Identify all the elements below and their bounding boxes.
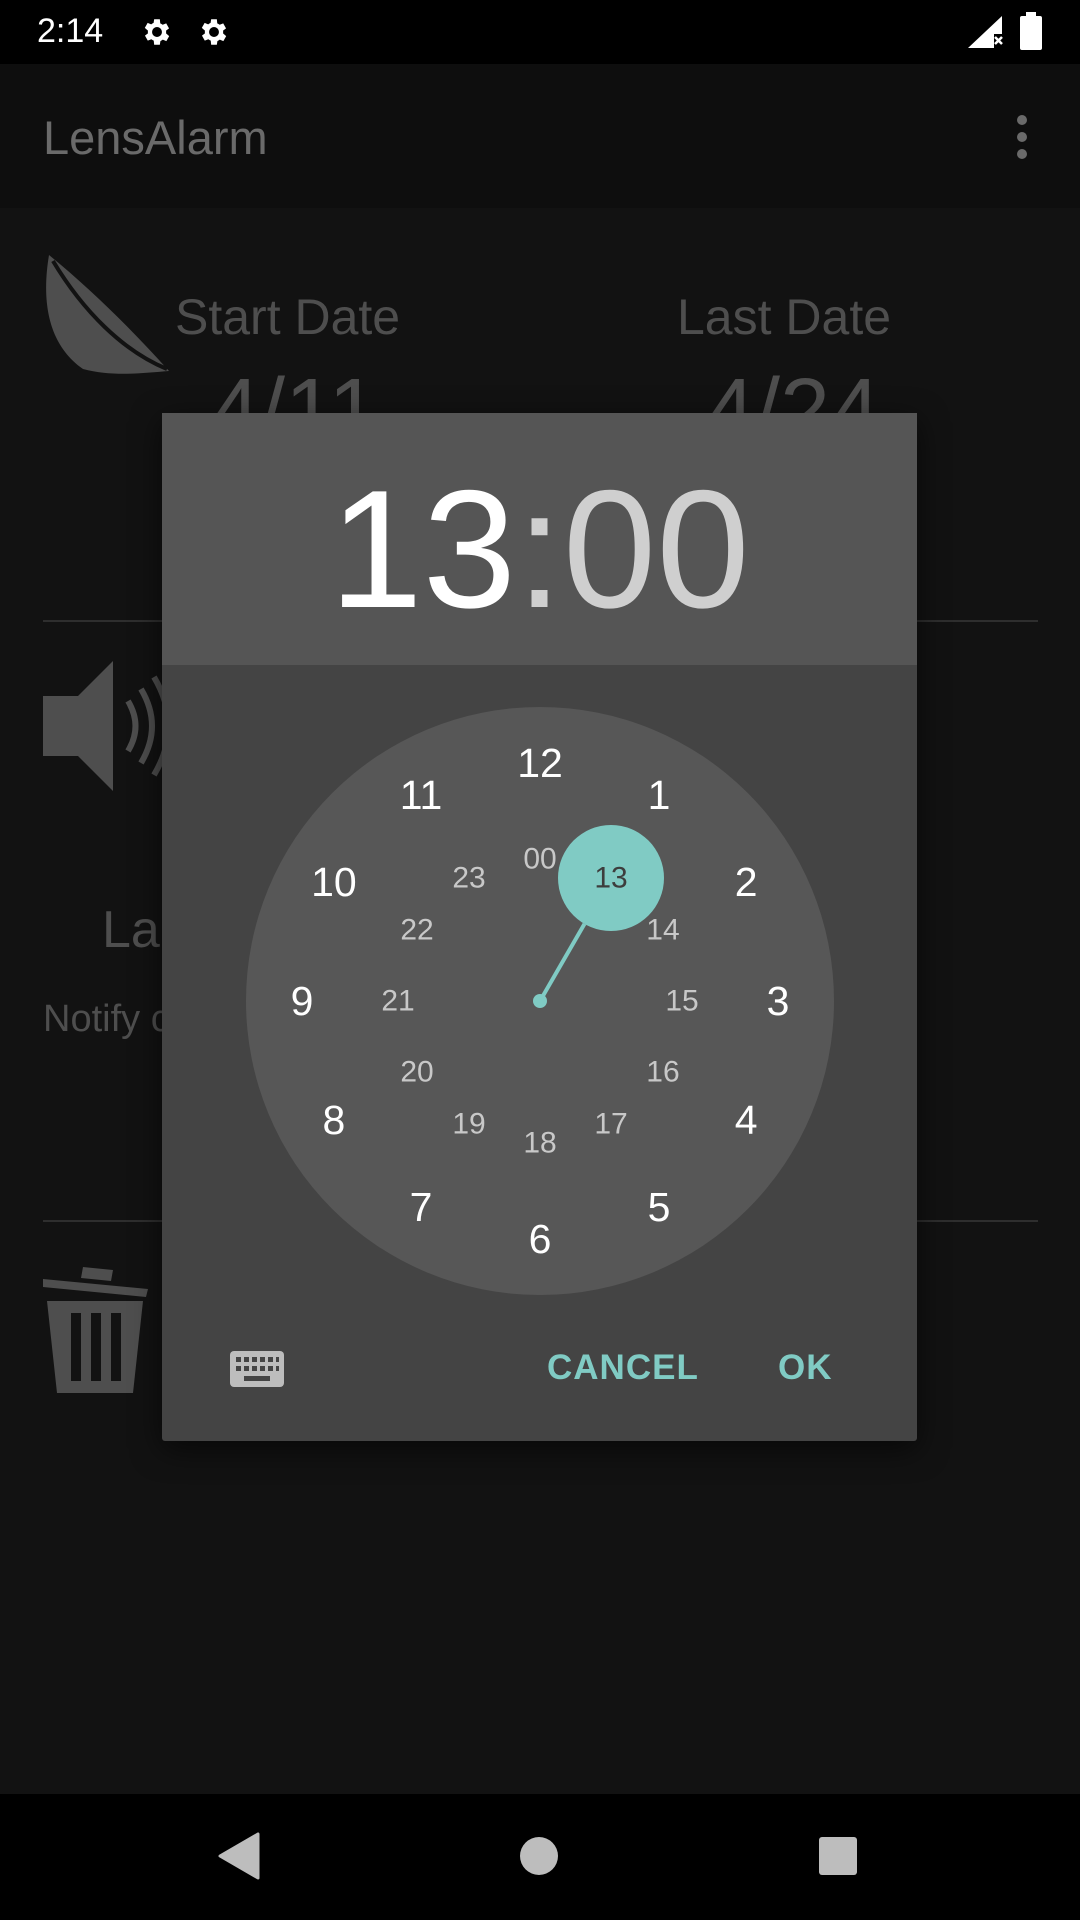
hour-inner-00[interactable]: 00 bbox=[523, 843, 556, 876]
hour-outer-9[interactable]: 9 bbox=[291, 978, 314, 1024]
hour-outer-8[interactable]: 8 bbox=[322, 1097, 345, 1143]
time-picker-dialog: 13:00 12 1 2 3 4 5 6 7 8 9 10 11 00 13 14 15 16 17 18 19 20 2… bbox=[162, 413, 917, 1441]
hour-outer-5[interactable]: 5 bbox=[648, 1184, 671, 1230]
status-bar: 2:14 bbox=[0, 0, 1080, 64]
time-display: 13:00 bbox=[162, 453, 917, 646]
hour-outer-4[interactable]: 4 bbox=[735, 1097, 758, 1143]
hour-outer-2[interactable]: 2 bbox=[735, 859, 758, 905]
hour-outer-7[interactable]: 7 bbox=[410, 1184, 433, 1230]
clock-face[interactable]: 121234567891011001314151617181920212223 bbox=[245, 706, 835, 1296]
hour-inner-14[interactable]: 14 bbox=[646, 914, 679, 947]
status-time: 2:14 bbox=[37, 12, 104, 50]
hour-inner-17[interactable]: 17 bbox=[594, 1107, 627, 1140]
hour-display[interactable]: 13 bbox=[329, 455, 516, 643]
hour-outer-1[interactable]: 1 bbox=[648, 772, 671, 818]
gear-icon bbox=[144, 19, 170, 45]
hour-outer-12[interactable]: 12 bbox=[517, 740, 563, 786]
hour-inner-20[interactable]: 20 bbox=[400, 1056, 433, 1089]
hour-inner-23[interactable]: 23 bbox=[452, 862, 485, 895]
clock-center-dot bbox=[533, 994, 547, 1008]
time-header: 13:00 bbox=[162, 413, 917, 665]
signal-no-data-icon bbox=[968, 16, 1003, 48]
hour-inner-19[interactable]: 19 bbox=[452, 1107, 485, 1140]
battery-full-icon bbox=[1020, 12, 1042, 50]
time-separator: : bbox=[516, 455, 563, 643]
hour-inner-22[interactable]: 22 bbox=[400, 914, 433, 947]
hour-inner-16[interactable]: 16 bbox=[646, 1056, 679, 1089]
hour-outer-11[interactable]: 11 bbox=[400, 772, 443, 818]
cancel-button[interactable]: CANCEL bbox=[547, 1348, 699, 1388]
back-icon[interactable] bbox=[218, 1832, 260, 1880]
hour-inner-15[interactable]: 15 bbox=[665, 985, 698, 1018]
hour-outer-10[interactable]: 10 bbox=[311, 859, 357, 905]
hour-outer-6[interactable]: 6 bbox=[529, 1216, 552, 1262]
navigation-bar bbox=[0, 1794, 1080, 1920]
hour-inner-13[interactable]: 13 bbox=[594, 862, 627, 895]
minute-display[interactable]: 00 bbox=[563, 455, 750, 643]
keyboard-icon[interactable] bbox=[230, 1351, 284, 1387]
recents-icon[interactable] bbox=[819, 1837, 857, 1875]
home-icon[interactable] bbox=[519, 1836, 559, 1876]
gear-icon bbox=[201, 19, 227, 45]
hour-inner-18[interactable]: 18 bbox=[523, 1127, 556, 1160]
hour-inner-21[interactable]: 21 bbox=[381, 985, 414, 1018]
hour-outer-3[interactable]: 3 bbox=[767, 978, 790, 1024]
ok-button[interactable]: OK bbox=[778, 1348, 833, 1388]
